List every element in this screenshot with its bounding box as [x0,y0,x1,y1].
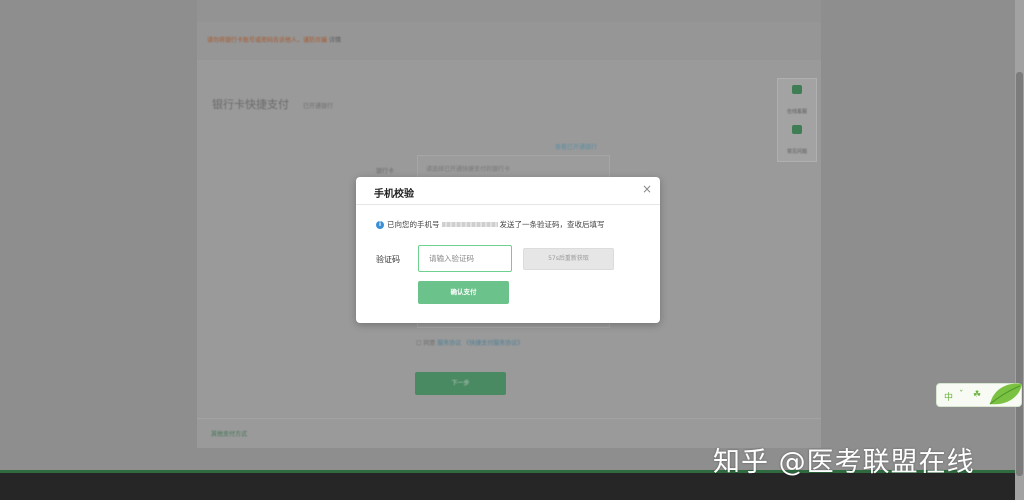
notice-link[interactable]: 详情 [329,37,341,44]
side-tool-faq-label: 常见问题 [786,149,807,155]
page-title: 银行卡快捷支付 已开通银行 [212,96,333,112]
notice-message: 请勿将银行卡账号或密码告诉他人，谨防诈骗 [207,37,328,44]
next-step-label: 下一步 [451,380,470,387]
phone-verify-dialog: 手机校验 × i 已向您的手机号 发送了一条验证码，查收后填写 验证码 57s后… [356,177,660,323]
sms-sent-info: i 已向您的手机号 发送了一条验证码，查收后填写 [376,219,605,230]
side-toolbar: 在线客服 常见问题 [777,78,817,162]
ime-punct-icon[interactable]: ˇ [959,390,964,400]
info-prefix: 已向您的手机号 [387,220,440,229]
service-icon [792,85,802,94]
notice-text: 请勿将银行卡账号或密码告诉他人，谨防诈骗 详情 [207,35,341,44]
agreement-line: ☐ 同意 服务协议 《快捷支付服务协议》 [416,338,523,347]
dialog-title: 手机校验 [374,189,414,200]
open-banks-link[interactable]: 查看已开通银行 [555,142,597,151]
ime-mode-icon[interactable]: 中 [944,390,953,403]
dialog-header: 手机校验 × [356,177,660,205]
side-tool-service-label: 在线客服 [786,109,807,115]
faq-icon [792,125,802,134]
verification-code-input[interactable] [418,245,512,272]
side-tool-faq[interactable]: 常见问题 [778,119,816,159]
resend-code-button[interactable]: 57s后重新获取 [523,248,614,270]
other-payment-link[interactable]: 其他支付方式 [211,429,247,438]
confirm-payment-button[interactable]: 确认支付 [418,281,509,304]
ime-skin-icon[interactable]: ☘ [973,390,981,400]
page-title-text: 银行卡快捷支付 [212,98,289,111]
card-select-value: 请选择已开通快捷支付的银行卡 [426,166,511,173]
notice-bar: 请勿将银行卡账号或密码告诉他人，谨防诈骗 详情 [197,22,821,60]
info-suffix: 发送了一条验证码，查收后填写 [499,220,605,229]
agreement-link-2[interactable]: 《快捷支付服务协议》 [463,340,523,347]
leaf-icon [989,383,1022,405]
card-select[interactable]: 请选择已开通快捷支付的银行卡 [417,155,610,179]
agree-checkbox[interactable]: ☐ [416,340,421,347]
scrollbar-thumb[interactable] [1016,72,1023,476]
watermark: 知乎 @医考联盟在线 [713,447,975,478]
code-label: 验证码 [376,255,400,264]
next-step-button[interactable]: 下一步 [415,372,506,395]
close-icon[interactable]: × [642,182,652,196]
card-row-label: 银行卡 [376,168,395,175]
info-icon: i [376,220,384,229]
agreement-link-1[interactable]: 服务协议 [437,340,461,347]
agree-prefix: 同意 [423,340,436,347]
page-subtitle: 已开通银行 [303,103,334,110]
side-tool-service[interactable]: 在线客服 [778,79,816,119]
top-strip [197,0,821,22]
masked-phone-number [441,222,498,227]
